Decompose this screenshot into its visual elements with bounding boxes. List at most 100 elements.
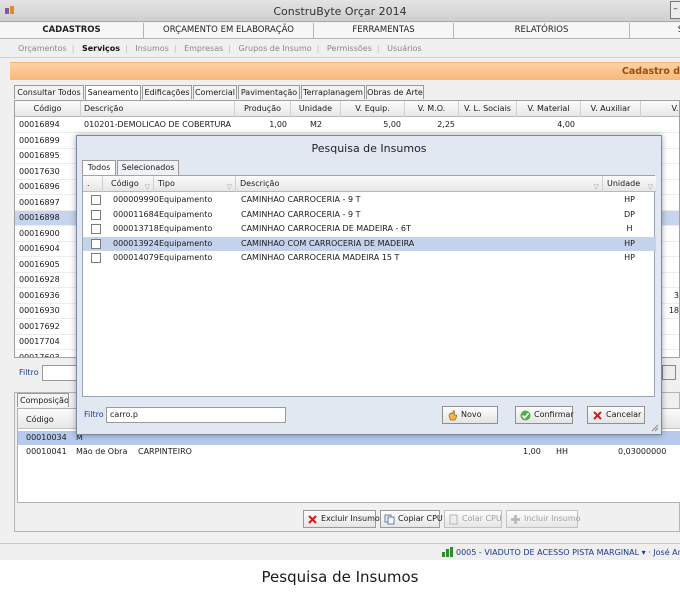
- copy-icon: [384, 514, 395, 525]
- col-v-serv[interactable]: V. Serv: [641, 101, 679, 117]
- insumos-grid: . Código ▽ Tipo ▽ Descrição ▽ Unidade ▽ 0000…: [82, 175, 656, 397]
- row-checkbox[interactable]: [91, 195, 101, 205]
- cancelar-button[interactable]: Cancelar: [587, 406, 645, 424]
- insumo-col-select[interactable]: .: [83, 176, 103, 192]
- col-producao[interactable]: Produção: [235, 101, 291, 117]
- insumo-row[interactable]: 000011684 Equipamento CAMINHAO CARROCERIA …: [83, 208, 656, 222]
- confirmar-button[interactable]: Confirmar: [515, 406, 574, 424]
- insumo-cell-descricao: CAMINHAO CARROCERIA DE MADEIRA - 6T: [241, 224, 411, 233]
- insumo-cell-codigo: 000014079: [113, 253, 159, 262]
- subnav-servicos[interactable]: Serviços: [82, 44, 120, 53]
- cell-codigo: 00017603: [19, 352, 60, 358]
- check-icon: [520, 410, 531, 421]
- dialog-title: Pesquisa de Insumos: [311, 142, 427, 155]
- paste-icon: [449, 514, 458, 525]
- col-v-l-sociais[interactable]: V. L. Sociais: [459, 101, 517, 117]
- cell-codigo: 00017630: [19, 166, 60, 176]
- insumo-cell-codigo: 000013718: [113, 224, 159, 233]
- cell-codigo: 00016897: [19, 197, 60, 207]
- insumo-col-tipo[interactable]: Tipo ▽: [154, 176, 236, 192]
- tab-edificacoes[interactable]: Edificações: [142, 85, 192, 99]
- menu-cadastros[interactable]: CADASTROS: [0, 23, 144, 39]
- cell-codigo: 00017692: [19, 321, 60, 331]
- excluir-insumo-button[interactable]: Excluir Insumo: [303, 510, 380, 528]
- insumo-col-codigo[interactable]: Código ▽: [103, 176, 154, 192]
- minimize-button[interactable]: –: [670, 1, 680, 19]
- section-title: Cadastro d: [621, 66, 680, 77]
- resize-grip-icon[interactable]: [650, 423, 659, 432]
- cancel-x-icon: [593, 411, 602, 420]
- col-codigo[interactable]: Código: [15, 101, 81, 117]
- subnav-orcamentos[interactable]: Orçamentos: [18, 44, 67, 53]
- app-window: ConstruByte Orçar 2014 – CADASTROS ORÇAM…: [0, 0, 680, 560]
- status-bar: 0005 - VIADUTO DE ACESSO PISTA MARGINAL …: [0, 543, 680, 560]
- insumo-cell-unidade: HP: [624, 238, 635, 248]
- insumo-cell-unidade: DP: [624, 209, 635, 219]
- tab-pavimentacao[interactable]: Pavimentação: [238, 85, 300, 99]
- dialog-tab-todos[interactable]: Todos: [82, 160, 116, 175]
- cell-serv: [641, 118, 679, 133]
- insumo-cell-tipo: Equipamento: [159, 195, 213, 204]
- insumo-row[interactable]: 000014079 Equipamento CAMINHAO CARROCERIA …: [83, 251, 656, 265]
- incluir-insumo-button[interactable]: Incluir Insumo: [506, 510, 581, 528]
- tab-comercial[interactable]: Comercial: [193, 85, 237, 99]
- menu-orcamento[interactable]: ORÇAMENTO EM ELABORAÇÃO: [144, 23, 314, 39]
- insumo-cell-descricao: CAMINHAO COM CARROCERIA DE MADEIRA: [241, 238, 415, 248]
- cell-codigo: 00016904: [19, 244, 60, 253]
- cell-codigo: 00016928: [19, 275, 60, 284]
- subnav-grupos-insumo[interactable]: Grupos de Insumo: [239, 44, 312, 53]
- insumo-row[interactable]: 000013718 Equipamento CAMINHAO CARROCERIA …: [83, 222, 656, 236]
- hand-icon: [448, 410, 458, 421]
- dialog-tab-selecionados[interactable]: Selecionados: [117, 160, 179, 175]
- insumo-cell-descricao: CAMINHAO CARROCERIA MADEIRA 15 T: [241, 253, 400, 262]
- cell-codigo: 00016936: [19, 290, 60, 300]
- tab-composicao[interactable]: Composição Un: [17, 393, 69, 407]
- col-v-mo[interactable]: V. M.O.: [405, 101, 459, 117]
- menu-sobre[interactable]: SO: [630, 23, 680, 39]
- col-v-material[interactable]: V. Material: [517, 101, 581, 117]
- colar-cpu-button[interactable]: Colar CPU: [444, 510, 502, 528]
- project-selector[interactable]: 0005 - VIADUTO DE ACESSO PISTA MARGINAL …: [442, 547, 680, 557]
- insumo-cell-unidade: HP: [624, 195, 635, 204]
- col-unidade[interactable]: Unidade: [291, 101, 341, 117]
- insumo-cell-tipo: Equipamento: [159, 238, 213, 248]
- cell-producao: 1,00: [269, 120, 287, 129]
- subnav-usuarios[interactable]: Usuários: [387, 44, 422, 53]
- subnav-empresas[interactable]: Empresas: [184, 44, 223, 53]
- composition-row[interactable]: 00010041 Mão de Obra CARPINTEIRO 1,00 HH…: [18, 445, 680, 459]
- row-checkbox[interactable]: [91, 238, 101, 249]
- cell-codigo: 00016899: [19, 135, 60, 145]
- col-v-auxiliar[interactable]: V. Auxiliar: [581, 101, 641, 117]
- cell-codigo: 00016894: [19, 120, 60, 129]
- tab-saneamento[interactable]: Saneamento: [85, 85, 141, 100]
- dropdown-icon: ▾: [641, 548, 646, 557]
- novo-button[interactable]: Novo: [442, 406, 498, 424]
- row-checkbox[interactable]: [91, 209, 101, 220]
- dialog-filter-input[interactable]: carro.p: [106, 407, 286, 423]
- insumo-col-descricao[interactable]: Descrição ▽: [236, 176, 603, 192]
- insumo-row[interactable]: 000009990 Equipamento CAMINHAO CARROCERIA …: [83, 193, 656, 207]
- col-v-equip[interactable]: V. Equip.: [341, 101, 405, 117]
- insumo-col-unidade[interactable]: Unidade ▽: [603, 176, 656, 192]
- chart-bars-icon: [442, 547, 453, 557]
- row-checkbox[interactable]: [91, 224, 101, 234]
- row-checkbox[interactable]: [91, 253, 101, 263]
- tab-consultar-todos[interactable]: Consultar Todos: [14, 85, 84, 99]
- comp-col-codigo[interactable]: Código: [26, 415, 54, 424]
- copiar-cpu-button[interactable]: Copiar CPU: [380, 510, 443, 528]
- subnav-permissoes[interactable]: Permissões: [327, 44, 372, 53]
- tab-terraplanagem[interactable]: Terraplanagem: [301, 85, 365, 99]
- sub-navigation: Orçamentos | Serviços | Insumos | Empresas |…: [0, 40, 680, 58]
- cell-codigo: 00016930: [19, 306, 60, 315]
- menu-ferramentas[interactable]: FERRAMENTAS: [314, 23, 454, 39]
- menu-relatorios[interactable]: RELATÓRIOS: [454, 23, 630, 39]
- save-icon[interactable]: [662, 365, 676, 380]
- insumo-cell-codigo: 000011684: [113, 209, 159, 219]
- subnav-insumos[interactable]: Insumos: [135, 44, 169, 53]
- col-descricao[interactable]: Descrição: [81, 101, 235, 117]
- cell-codigo: 00017704: [19, 337, 60, 346]
- tab-obras-de-arte[interactable]: Obras de Arte: [366, 85, 424, 99]
- insumo-row[interactable]: 000013924 Equipamento CAMINHAO COM CARROCE…: [83, 236, 656, 251]
- table-row[interactable]: 00016894 010201-DEMOLICAO DE COBERTURA ..…: [15, 118, 679, 133]
- window-title: ConstruByte Orçar 2014: [273, 5, 407, 18]
